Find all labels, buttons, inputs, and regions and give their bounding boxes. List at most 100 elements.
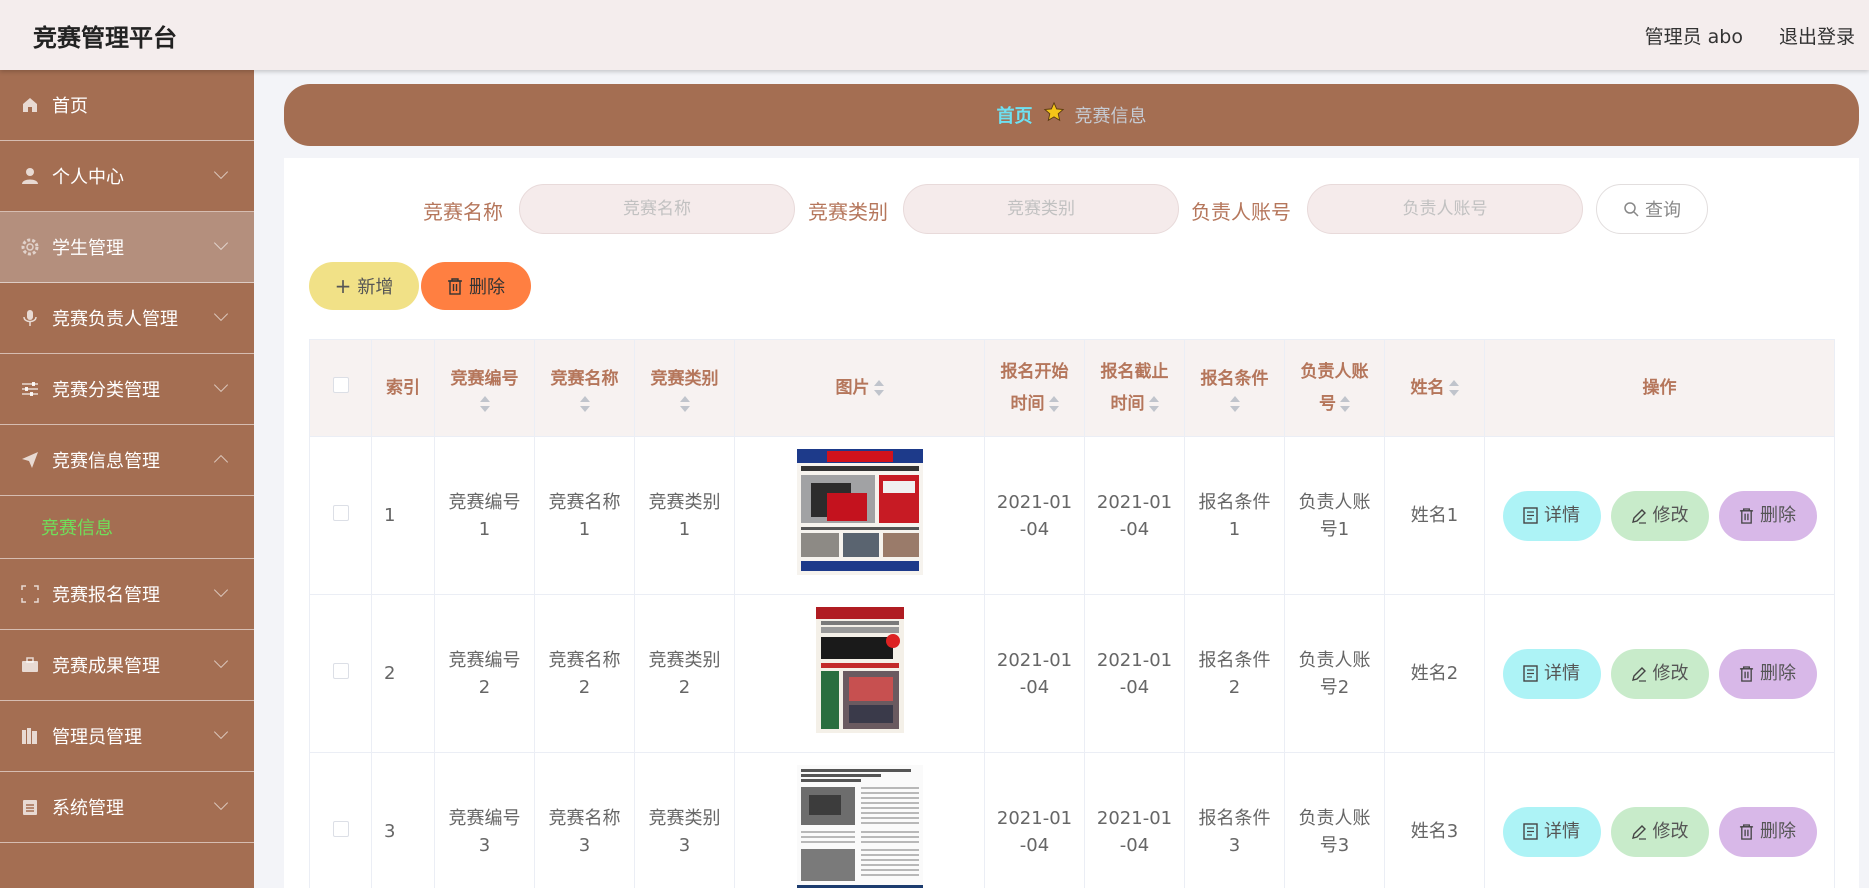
sort-icon[interactable] bbox=[1148, 395, 1159, 413]
competition-table: 索引 竞赛编号 竞赛名称 竞赛类别 图片 报名开始 时间 报名截止 时间 报名条件 … bbox=[309, 339, 1835, 888]
sidebar-item-student-management[interactable]: 学生管理 bbox=[0, 212, 254, 283]
header-end-time[interactable]: 报名截止 时间 bbox=[1084, 339, 1185, 437]
query-button-label: 查询 bbox=[1645, 200, 1681, 221]
row-category: 竞赛类别 3 bbox=[634, 752, 735, 888]
sort-icon[interactable] bbox=[1448, 379, 1459, 397]
sidebar-item-category-management[interactable]: 竞赛分类管理 bbox=[0, 354, 254, 425]
row-checkbox[interactable] bbox=[332, 663, 349, 679]
cell-text: 3 bbox=[678, 834, 691, 856]
admin-username: 管理员 abo bbox=[1644, 26, 1743, 48]
sidebar-item-system-management[interactable]: 系统管理 bbox=[0, 772, 254, 843]
delete-button[interactable]: 删除 bbox=[1718, 490, 1817, 541]
breadcrumb-home-link[interactable]: 首页 bbox=[997, 102, 1033, 128]
detail-button-label: 详情 bbox=[1544, 505, 1580, 526]
cell-text: 竞赛编号 bbox=[448, 807, 521, 829]
row-code: 竞赛编号 3 bbox=[434, 752, 535, 888]
cell-text: 竞赛类别 bbox=[648, 807, 721, 829]
row-image bbox=[734, 752, 985, 888]
row-condition: 报名条件 1 bbox=[1184, 436, 1285, 595]
edit-button-label: 修改 bbox=[1652, 505, 1689, 526]
header-condition[interactable]: 报名条件 bbox=[1184, 339, 1285, 437]
sidebar-item-results-management[interactable]: 竞赛成果管理 bbox=[0, 630, 254, 701]
edit-button[interactable]: 修改 bbox=[1610, 806, 1709, 857]
header-label: 号 bbox=[1319, 394, 1336, 414]
row-leader-account: 负责人账 号2 bbox=[1284, 594, 1385, 753]
competition-category-input[interactable] bbox=[903, 184, 1179, 234]
select-all-checkbox[interactable] bbox=[332, 377, 349, 393]
cell-text: 竞赛类别 bbox=[648, 491, 721, 513]
sidebar-item-leader-management[interactable]: 竞赛负责人管理 bbox=[0, 283, 254, 354]
leader-account-input[interactable] bbox=[1307, 184, 1583, 234]
header-start-time[interactable]: 报名开始 时间 bbox=[984, 339, 1085, 437]
batch-delete-button[interactable]: 删除 bbox=[421, 262, 531, 310]
sort-icon[interactable] bbox=[679, 395, 690, 413]
pencil-icon bbox=[1631, 508, 1646, 524]
detail-button-label: 详情 bbox=[1544, 821, 1580, 842]
header-category[interactable]: 竞赛类别 bbox=[634, 339, 735, 437]
row-checkbox[interactable] bbox=[332, 505, 349, 521]
sidebar-subitem-competition-info[interactable]: 竞赛信息 bbox=[0, 496, 254, 559]
cell-text: 竞赛名称 bbox=[548, 807, 621, 829]
sort-icon[interactable] bbox=[1340, 395, 1350, 413]
cell-text: 竞赛名称 bbox=[548, 491, 621, 513]
sidebar: 首页 个人中心 学生管理 竞赛负责人管理 竞赛分类管理 竞赛信息管理 竞赛信息 … bbox=[0, 70, 254, 888]
chevron-down-icon bbox=[213, 377, 229, 393]
competition-name-input[interactable] bbox=[519, 184, 795, 234]
header-person-name[interactable]: 姓名 bbox=[1384, 339, 1485, 437]
row-start-time: 2021-01 -04 bbox=[984, 436, 1085, 595]
sidebar-item-competition-info-management[interactable]: 竞赛信息管理 bbox=[0, 425, 254, 496]
sidebar-item-label: 学生管理 bbox=[52, 238, 124, 259]
header-leader-account[interactable]: 负责人账号 bbox=[1284, 339, 1385, 437]
sidebar-item-registration-management[interactable]: 竞赛报名管理 bbox=[0, 559, 254, 630]
sidebar-item-admin-management[interactable]: 管理员管理 bbox=[0, 701, 254, 772]
detail-button[interactable]: 详情 bbox=[1502, 806, 1601, 857]
select-all-cell bbox=[309, 339, 372, 437]
article-thumbnail[interactable] bbox=[796, 764, 923, 888]
cell-text: 2021-01 bbox=[996, 807, 1073, 829]
batch-delete-button-label: 删除 bbox=[469, 277, 505, 298]
chevron-down-icon bbox=[213, 235, 229, 251]
header-name[interactable]: 竞赛名称 bbox=[534, 339, 635, 437]
sidebar-item-home[interactable]: 首页 bbox=[0, 70, 254, 141]
delete-button-label: 删除 bbox=[1760, 505, 1796, 526]
detail-button[interactable]: 详情 bbox=[1502, 490, 1601, 541]
row-index: 1 bbox=[371, 436, 435, 595]
search-icon bbox=[1623, 201, 1639, 217]
row-leader-account: 负责人账 号1 bbox=[1284, 436, 1385, 595]
delete-button[interactable]: 删除 bbox=[1718, 648, 1817, 699]
sort-icon[interactable] bbox=[1229, 395, 1240, 413]
header-label: 负责人账 bbox=[1300, 362, 1369, 382]
sort-icon[interactable] bbox=[579, 395, 590, 413]
row-checkbox[interactable] bbox=[332, 821, 349, 837]
add-button[interactable]: + 新增 bbox=[309, 262, 419, 310]
document-icon bbox=[1523, 507, 1538, 524]
detail-button-label: 详情 bbox=[1544, 663, 1580, 684]
competition-name-label: 竞赛名称 bbox=[423, 200, 503, 224]
row-operations: 详情 修改 删除 bbox=[1484, 752, 1835, 888]
newspaper-thumbnail[interactable] bbox=[796, 448, 923, 575]
sort-icon[interactable] bbox=[1048, 395, 1059, 413]
magazine-thumbnail[interactable] bbox=[797, 606, 923, 733]
search-bar: 竞赛名称 竞赛类别 负责人账号 查询 bbox=[284, 184, 1859, 236]
user-icon bbox=[20, 166, 40, 186]
sidebar-item-personal-center[interactable]: 个人中心 bbox=[0, 141, 254, 212]
row-operations: 详情 修改 删除 bbox=[1484, 594, 1835, 753]
query-button[interactable]: 查询 bbox=[1596, 184, 1708, 234]
cell-text: 3 bbox=[478, 834, 491, 856]
cell-text: 号1 bbox=[1319, 518, 1350, 540]
trash-icon bbox=[447, 277, 463, 295]
header-label: 时间 bbox=[1010, 394, 1045, 414]
delete-button[interactable]: 删除 bbox=[1718, 806, 1817, 857]
edit-button[interactable]: 修改 bbox=[1610, 490, 1709, 541]
gear-icon bbox=[20, 237, 40, 257]
sort-icon[interactable] bbox=[873, 379, 884, 397]
document-icon bbox=[1523, 665, 1538, 682]
detail-button[interactable]: 详情 bbox=[1502, 648, 1601, 699]
logout-link[interactable]: 退出登录 bbox=[1779, 22, 1855, 49]
edit-button[interactable]: 修改 bbox=[1610, 648, 1709, 699]
header-code[interactable]: 竞赛编号 bbox=[434, 339, 535, 437]
sort-icon[interactable] bbox=[479, 395, 490, 413]
sidebar-item-label: 竞赛信息管理 bbox=[52, 451, 160, 472]
header-image[interactable]: 图片 bbox=[734, 339, 985, 437]
trash-icon bbox=[1739, 823, 1754, 840]
